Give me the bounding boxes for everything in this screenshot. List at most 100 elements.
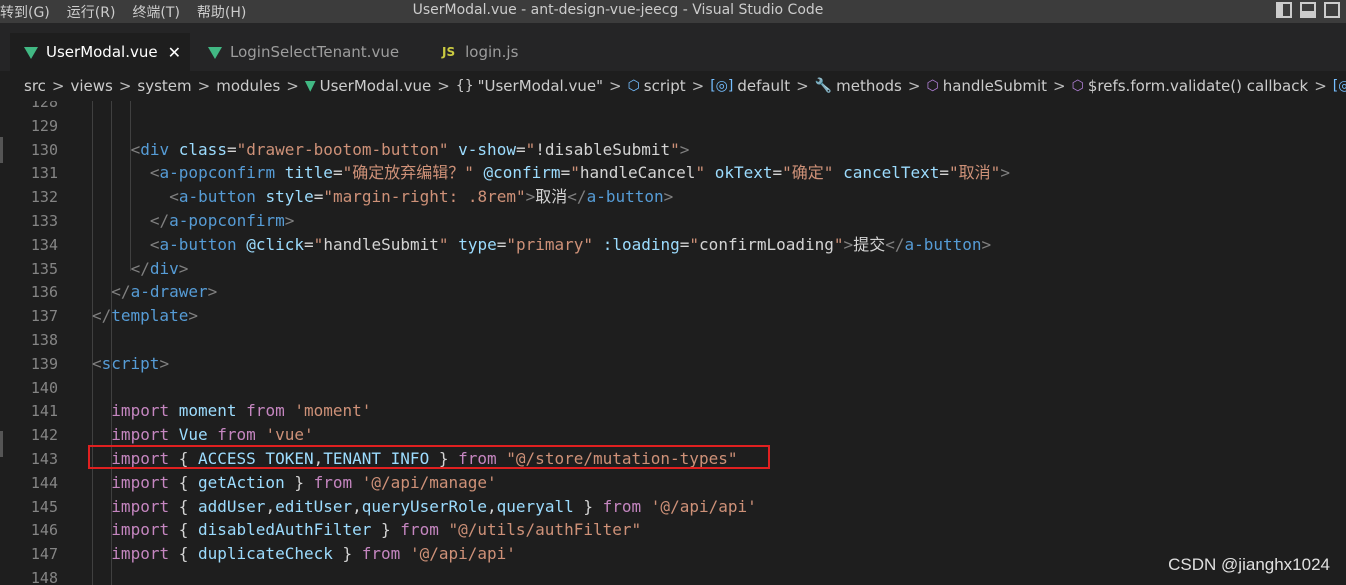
tab-label: login.js (465, 43, 519, 61)
code-text: import { disabledAuthFilter } from "@/ut… (111, 518, 641, 542)
code-token: 取消 (535, 187, 568, 207)
code-token: } (332, 544, 362, 564)
breadcrumb-label: methods (836, 77, 902, 95)
line-number: 133 (30, 212, 58, 230)
code-token: Vue (178, 425, 208, 445)
line-number: 145 (30, 497, 58, 516)
code-editor[interactable]: 128 129 130 <div class="drawer-bootom-butto… (0, 101, 1346, 585)
code-token: cancelText (843, 163, 940, 183)
line-number: 131 (30, 164, 58, 183)
close-icon[interactable]: ✕ (168, 43, 181, 62)
wrench-icon: 🔧 (814, 78, 833, 94)
breadcrumb-item[interactable]: {} "UserModal.vue" (456, 77, 603, 95)
breadcrumb-label: src (24, 77, 46, 95)
breadcrumb-item[interactable]: ⬡ $refs.form.validate() callback (1072, 77, 1309, 95)
code-text: import { duplicateCheck } from '@/api/ap… (111, 542, 516, 566)
breadcrumb-item[interactable]: [◎] default (710, 77, 790, 95)
code-line: 132 <a-button style="margin-right: .8rem"… (0, 185, 1346, 209)
code-token: title (284, 163, 333, 183)
breadcrumb-separator: > (1314, 77, 1327, 95)
code-line: 144 import { getAction } from '@/api/mana… (0, 471, 1346, 495)
tab-login-js[interactable]: JS login.js (430, 33, 570, 71)
code-token: > (1000, 163, 1010, 183)
line-number: 130 (30, 140, 58, 159)
code-token: from (313, 472, 353, 492)
breadcrumb-item[interactable]: ⬡ script (628, 77, 686, 95)
vue-icon: ▼ (304, 78, 316, 94)
breadcrumb-item[interactable]: src (24, 77, 46, 95)
code-token: editUser (275, 496, 353, 516)
breadcrumb-item[interactable]: modules (216, 77, 280, 95)
toggle-secondary-sidebar-icon[interactable] (1324, 2, 1340, 18)
code-token: = (939, 163, 950, 183)
breadcrumb-item[interactable]: [◎]preCode (1333, 77, 1346, 95)
code-token: getAction (198, 472, 285, 492)
line-number: 129 (30, 116, 58, 135)
toggle-panel-icon[interactable] (1300, 2, 1316, 18)
code-token: " (689, 234, 700, 254)
code-token: </ (149, 211, 170, 230)
code-line: 147 import { duplicateCheck } from '@/api… (0, 542, 1346, 566)
code-token: class (178, 139, 227, 159)
editor-tab-bar: UserModal.vue ✕ LoginSelectTenant.vue JS… (0, 23, 1346, 71)
code-token: template (111, 306, 189, 326)
breadcrumb-label: views (70, 77, 113, 95)
breadcrumb-label: system (137, 77, 192, 95)
line-number: 141 (30, 402, 58, 421)
tab-usermodal[interactable]: UserModal.vue ✕ (10, 33, 190, 71)
tab-loginselecttenant[interactable]: LoginSelectTenant.vue (196, 33, 424, 71)
code-token: = (304, 234, 314, 254)
code-token: from (602, 496, 642, 516)
code-token: a-button (904, 234, 982, 254)
breadcrumb-item[interactable]: ▼ UserModal.vue (305, 77, 431, 95)
breadcrumb-item[interactable]: 🔧 methods (815, 77, 902, 95)
code-token: "primary" (506, 234, 594, 254)
code-token: from (400, 520, 439, 540)
code-token: handleCancel (579, 163, 696, 183)
code-token: " (313, 234, 324, 254)
breadcrumb-separator: > (437, 77, 450, 95)
code-token: < (92, 353, 102, 373)
code-line: 130 <div class="drawer-bootom-button" v-s… (0, 138, 1346, 162)
breadcrumb-label: $refs.form.validate() callback (1087, 77, 1309, 95)
code-line: 138 (0, 328, 1346, 352)
breadcrumb-item[interactable]: ⬡ handleSubmit (926, 77, 1047, 95)
code-text: </div> (131, 257, 189, 281)
toggle-sidebar-icon[interactable] (1276, 2, 1292, 18)
code-token: < (130, 139, 141, 159)
code-token: { (169, 520, 198, 540)
breadcrumb-separator: > (51, 77, 65, 95)
code-token: style (265, 187, 314, 207)
line-number: 137 (30, 307, 58, 326)
code-token: = (332, 163, 343, 183)
code-token: a-drawer (130, 282, 208, 302)
code-token: </ (885, 234, 905, 254)
code-line: 135 </div> (0, 257, 1346, 281)
code-token: a-button (159, 234, 237, 254)
code-line: 128 (0, 101, 1346, 114)
breadcrumb-item[interactable]: views (70, 77, 112, 95)
code-token: 'moment' (294, 401, 372, 421)
breadcrumb-label: modules (216, 77, 281, 95)
code-token: > (981, 234, 992, 254)
code-token: div (149, 258, 179, 278)
breadcrumb-separator: > (286, 77, 299, 95)
code-token: = (515, 139, 526, 159)
code-token: script (101, 353, 160, 373)
code-line: 136 </a-drawer> (0, 280, 1346, 304)
code-token: = (772, 163, 783, 183)
line-number: 128 (30, 101, 58, 111)
breadcrumb-item[interactable]: system (137, 77, 191, 95)
code-line: 148 (0, 566, 1346, 585)
code-token: " (525, 139, 536, 159)
code-token: > (188, 306, 198, 326)
code-token: :loading (602, 234, 680, 254)
code-token: " (438, 234, 449, 254)
code-token: "确定放弃编辑？" (342, 163, 474, 183)
